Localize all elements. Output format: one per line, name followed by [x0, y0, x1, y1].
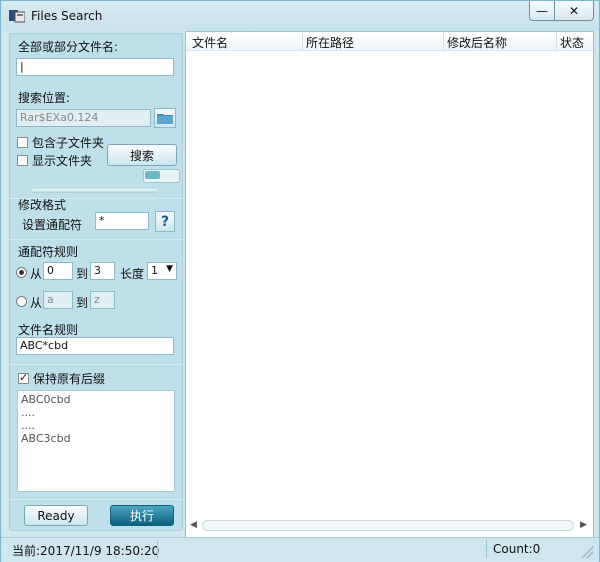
minimize-button[interactable]: —	[529, 1, 555, 21]
modify-format-label: 修改格式	[18, 198, 67, 212]
show-folders-label: 显示文件夹	[32, 154, 93, 168]
column-header-filename[interactable]: 文件名	[192, 34, 228, 51]
column-separator[interactable]	[302, 32, 303, 50]
status-separator	[486, 540, 487, 558]
close-icon: ✕	[568, 3, 580, 18]
window-title: Files Search	[31, 9, 103, 23]
search-button[interactable]: 搜索	[107, 144, 177, 166]
rule1-from-label: 从	[30, 267, 43, 281]
main-window: Files Search — ✕ 全部或部分文件名: | 搜索位置: Rar$E…	[0, 0, 600, 562]
filename-rule-label: 文件名规则	[18, 323, 79, 337]
list-item: ....	[21, 406, 35, 419]
length-value: 1	[151, 264, 158, 277]
include-subfolders-checkbox[interactable]	[17, 137, 28, 148]
filename-label: 全部或部分文件名:	[18, 40, 119, 54]
mode-toggle[interactable]	[143, 169, 180, 183]
left-panel: 全部或部分文件名: | 搜索位置: Rar$EXa0.124 包含子文件夹 显示…	[9, 33, 183, 531]
list-item: ABC3cbd	[21, 432, 71, 445]
status-separator	[157, 540, 158, 558]
preview-list[interactable]: ABC0cbd .... .... ABC3cbd	[17, 390, 175, 492]
wildcard-rules-label: 通配符规则	[18, 245, 79, 259]
wildcard-input[interactable]: *	[95, 212, 149, 230]
scroll-left-icon[interactable]: ◀	[190, 520, 197, 530]
location-label: 搜索位置:	[18, 91, 71, 105]
column-header-status[interactable]: 状态	[560, 34, 584, 51]
status-count: Count:0	[493, 542, 541, 556]
app-icon	[9, 10, 25, 23]
rule1-radio[interactable]	[16, 267, 27, 278]
length-select[interactable]: 1 ▼	[147, 262, 177, 280]
divider	[10, 499, 182, 500]
check-icon: ✓	[19, 371, 29, 384]
keep-suffix-label: 保持原有后缀	[33, 372, 106, 386]
rule2-to-label: 到	[76, 296, 89, 310]
title-bar[interactable]: Files Search — ✕	[1, 1, 599, 31]
table-header: 文件名 所在路径 修改后名称 状态	[186, 32, 593, 51]
minimize-icon: —	[536, 3, 548, 18]
filename-rule-input[interactable]: ABC*cbd	[16, 337, 174, 355]
scroll-thumb[interactable]	[202, 520, 574, 531]
wildcard-label: 设置通配符	[22, 218, 83, 232]
folder-icon	[157, 114, 173, 124]
column-separator[interactable]	[556, 32, 557, 50]
status-bar: 当前:2017/11/9 18:50:20 Count:0	[1, 537, 599, 562]
ready-button[interactable]: Ready	[24, 505, 88, 526]
scroll-right-icon[interactable]: ▶	[580, 520, 587, 530]
close-button[interactable]: ✕	[554, 1, 594, 21]
filename-input[interactable]: |	[16, 58, 174, 76]
resize-grip-icon[interactable]	[581, 546, 593, 558]
results-table[interactable]: 文件名 所在路径 修改后名称 状态 ◀ ▶	[185, 31, 594, 538]
rule2-from-input[interactable]: a	[43, 291, 73, 309]
execute-button[interactable]: 执行	[110, 505, 174, 526]
rule1-from-input[interactable]: 0	[43, 262, 73, 280]
show-folders-checkbox[interactable]	[17, 155, 28, 166]
help-button[interactable]: ?	[155, 211, 175, 232]
horizontal-scrollbar[interactable]: ◀ ▶	[188, 519, 591, 533]
help-icon: ?	[160, 213, 170, 230]
toggle-knob	[145, 171, 160, 179]
splitter-bar[interactable]	[32, 189, 158, 193]
column-header-path[interactable]: 所在路径	[306, 34, 354, 51]
rule2-radio[interactable]	[16, 296, 27, 307]
list-item: ....	[21, 419, 35, 432]
include-subfolders-label: 包含子文件夹	[32, 136, 105, 150]
rule1-length-label: 长度	[120, 267, 145, 281]
rule1-to-label: 到	[76, 267, 89, 281]
browse-folder-button[interactable]	[154, 108, 176, 128]
list-item: ABC0cbd	[21, 393, 71, 406]
rule2-to-input[interactable]: z	[90, 291, 115, 309]
column-separator[interactable]	[443, 32, 444, 50]
location-input[interactable]: Rar$EXa0.124	[16, 109, 151, 127]
chevron-down-icon: ▼	[166, 264, 173, 274]
divider	[10, 364, 182, 365]
keep-suffix-checkbox[interactable]: ✓	[18, 371, 29, 384]
column-header-new-name[interactable]: 修改后名称	[447, 34, 507, 51]
rule1-to-input[interactable]: 3	[90, 262, 115, 280]
search-section: 全部或部分文件名: | 搜索位置: Rar$EXa0.124 包含子文件夹 显示…	[10, 34, 182, 199]
divider	[10, 239, 182, 240]
status-current-time: 当前:2017/11/9 18:50:20	[12, 544, 160, 558]
rule2-from-label: 从	[30, 296, 43, 310]
